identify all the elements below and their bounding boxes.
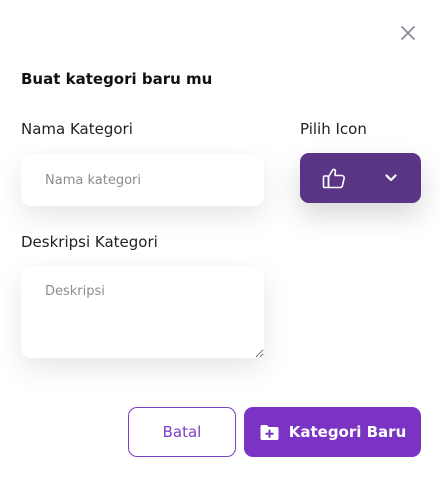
category-name-input[interactable] [21,154,264,206]
cancel-button[interactable]: Batal [128,407,236,457]
dialog-title: Buat kategori baru mu [21,70,213,88]
close-button[interactable] [398,23,418,43]
create-category-button-label: Kategori Baru [288,423,407,441]
icon-picker-label: Pilih Icon [300,120,367,138]
category-description-textarea[interactable] [21,266,264,358]
new-category-dialog: Buat kategori baru mu Nama Kategori Pili… [0,0,441,485]
cancel-button-label: Batal [162,423,202,441]
folder-plus-icon [260,424,279,440]
create-category-button[interactable]: Kategori Baru [244,407,421,457]
thumbs-up-icon [322,168,345,189]
category-name-label: Nama Kategori [21,120,133,138]
close-icon [401,26,415,40]
icon-picker-dropdown[interactable] [300,153,421,203]
category-description-label: Deskripsi Kategori [21,233,158,251]
chevron-down-icon [385,174,397,182]
